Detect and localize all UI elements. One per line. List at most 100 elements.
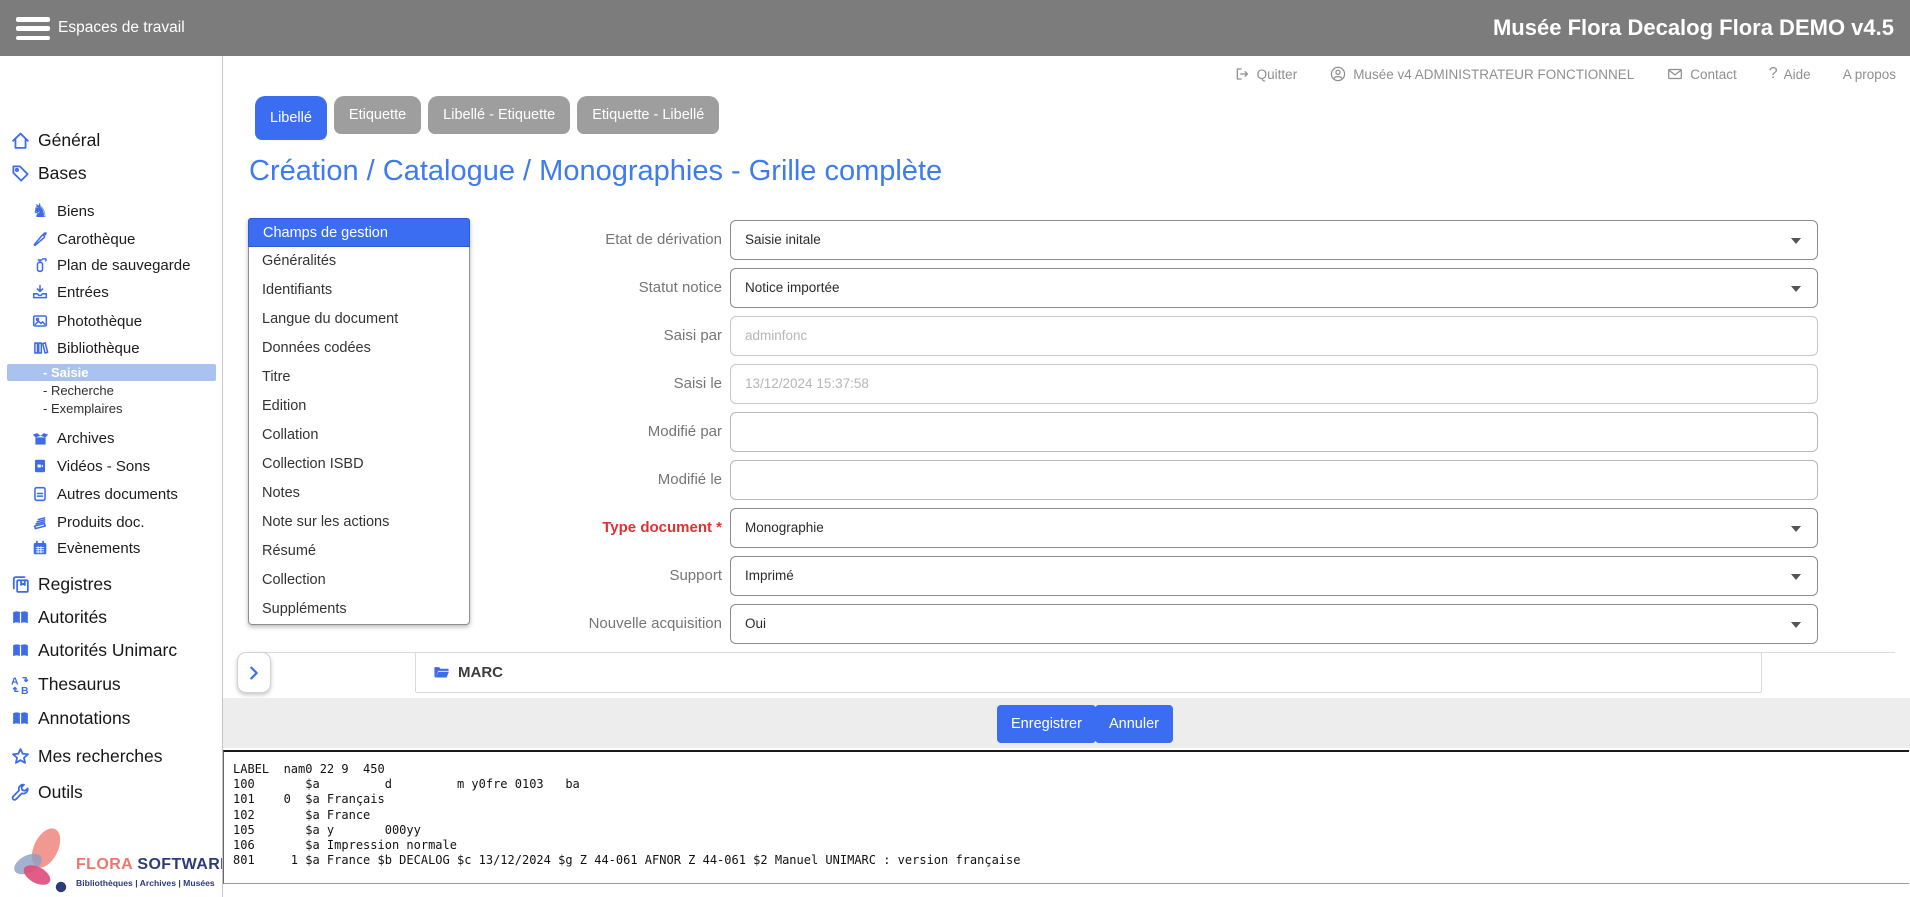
marc-section-header[interactable]: MARC [415,652,1762,693]
marc-line: 102 $a France [233,808,1909,823]
type-document-select[interactable]: Monographie [730,508,1818,548]
sidebar-item-entrees[interactable]: Entrées [0,279,222,305]
svg-text:A: A [11,675,19,687]
sidebar-item-label: - Recherche [43,383,114,398]
chevron-down-icon [1791,286,1801,292]
sidebar-item-bases[interactable]: Bases [0,158,222,188]
sidebar-item-mes-recherches[interactable]: Mes recherches [0,741,222,771]
app-window: Espaces de travail Musée Flora Decalog F… [0,0,1910,897]
about-button[interactable]: A propos [1843,67,1896,82]
flora-flower-logo [8,822,72,897]
sidebar-item-label: Biens [57,203,95,220]
field-value: Oui [745,616,766,631]
saisi-par-field: adminfonc [730,316,1818,356]
modifie-par-field[interactable] [730,412,1818,452]
save-button[interactable]: Enregistrer [997,705,1096,743]
sidebar-item-label: Outils [38,782,83,803]
sidebar-item-autorites-unimarc[interactable]: Autorités Unimarc [0,635,222,665]
topbar: Espaces de travail Musée Flora Decalog F… [0,0,1910,56]
field-value: Monographie [745,520,824,535]
sidebar-item-annotations[interactable]: Annotations [0,703,222,733]
sidebar-item-videos-sons[interactable]: Vidéos - Sons [0,453,222,479]
field-value: adminfonc [745,328,807,343]
support-select[interactable]: Imprimé [730,556,1818,596]
brand-name: FLORA SOFTWARE [76,856,231,874]
field-label: Support [430,556,722,596]
contact-button[interactable]: Contact [1666,65,1737,83]
fire-extinguisher-icon [30,256,50,274]
modifie-le-field[interactable] [730,460,1818,500]
marc-section-label: MARC [458,664,503,681]
open-book-icon [8,607,32,628]
tab-etiquette-libelle[interactable]: Etiquette - Libellé [577,96,719,134]
sidebar-item-exemplaires[interactable]: - Exemplaires [0,400,222,417]
inbox-download-icon [30,283,50,301]
wrench-icon [8,782,32,803]
image-icon [30,312,50,330]
sidebar-item-label: Autorités Unimarc [38,640,177,661]
sidebar-item-biens[interactable]: ♞ Biens [0,198,222,224]
star-icon [8,746,32,767]
sidebar-item-autorites[interactable]: Autorités [0,602,222,632]
sidebar-item-label: Général [38,130,100,151]
sidebar-item-thesaurus[interactable]: AB Thesaurus [0,669,222,699]
sidebar-item-archives[interactable]: Archives [0,425,222,451]
marc-line: 801 1 $a France $b DECALOG $c 13/12/2024… [233,853,1909,868]
svg-text:B: B [21,684,29,694]
sidebar-item-carotheque[interactable]: Carothèque [0,226,222,252]
sidebar-item-label: Bibliothèque [57,340,140,357]
etat-de-derivation-select[interactable]: Saisie initale [730,220,1818,260]
tab-libelle[interactable]: Libellé [255,96,327,140]
chevron-down-icon [1791,238,1801,244]
sidebar-item-label: Vidéos - Sons [57,458,150,475]
video-file-icon [30,457,50,475]
menu-icon[interactable] [16,17,50,41]
open-book-icon [8,708,32,729]
brand-tagline: Bibliothèques | Archives | Musées [76,878,215,888]
tab-libelle-etiquette[interactable]: Libellé - Etiquette [428,96,570,134]
sidebar-item-label: Autres documents [57,486,178,503]
user-label: Musée v4 ADMINISTRATEUR FONCTIONNEL [1353,67,1634,82]
sidebar-item-recherche[interactable]: - Recherche [0,382,222,399]
sidebar-item-outils[interactable]: Outils [0,777,222,807]
field-label: Nouvelle acquisition [430,604,722,644]
sidebar-item-label: Plan de sauvegarde [57,257,190,274]
question-mark-icon: ? [1769,65,1778,83]
sidebar-item-label: Carothèque [57,231,135,248]
tab-etiquette[interactable]: Etiquette [334,96,421,134]
field-label: Saisi le [430,364,722,404]
open-book-icon [8,640,32,661]
expand-section-button[interactable] [237,652,271,693]
archive-box-icon [30,429,50,448]
grid-tabs: Libellé Etiquette Libellé - Etiquette Et… [255,96,719,140]
sidebar-item-autres-documents[interactable]: Autres documents [0,481,222,507]
chevron-down-icon [1791,622,1801,628]
books-icon [30,339,50,357]
help-button[interactable]: ? Aide [1769,65,1811,83]
sidebar-item-general[interactable]: Général [0,125,222,155]
sidebar-item-label: - Saisie [43,365,89,380]
sidebar-item-label: Photothèque [57,313,142,330]
quit-button[interactable]: Quitter [1233,65,1298,83]
session-toolbar: Quitter Musée v4 ADMINISTRATEUR FONCTION… [1233,56,1896,92]
sidebar-item-evenements[interactable]: Evènements [0,535,222,561]
sidebar-item-saisie[interactable]: - Saisie [7,364,216,381]
statut-notice-select[interactable]: Notice importée [730,268,1818,308]
marc-preview-panel[interactable]: LABEL nam0 22 9 450 100 $a d m y0fre 010… [223,750,1909,884]
paper-stack-icon [30,513,50,531]
sidebar-item-produits-doc[interactable]: Produits doc. [0,509,222,535]
chevron-down-icon [1791,574,1801,580]
user-menu[interactable]: Musée v4 ADMINISTRATEUR FONCTIONNEL [1329,65,1634,83]
field-label: Modifié par [430,412,722,452]
sidebar-item-phototheque[interactable]: Photothèque [0,308,222,334]
sidebar-item-bibliotheque[interactable]: Bibliothèque [0,335,222,361]
quit-label: Quitter [1257,67,1298,82]
cancel-button[interactable]: Annuler [1095,705,1173,743]
sidebar-item-plan-de-sauvegarde[interactable]: Plan de sauvegarde [0,252,222,278]
sidebar-item-label: Entrées [57,284,109,301]
workspace-label[interactable]: Espaces de travail [58,0,185,56]
page-title: Création / Catalogue / Monographies - Gr… [249,155,942,188]
nouvelle-acquisition-select[interactable]: Oui [730,604,1818,644]
document-icon [30,485,50,503]
sidebar-item-registres[interactable]: Registres [0,569,222,599]
